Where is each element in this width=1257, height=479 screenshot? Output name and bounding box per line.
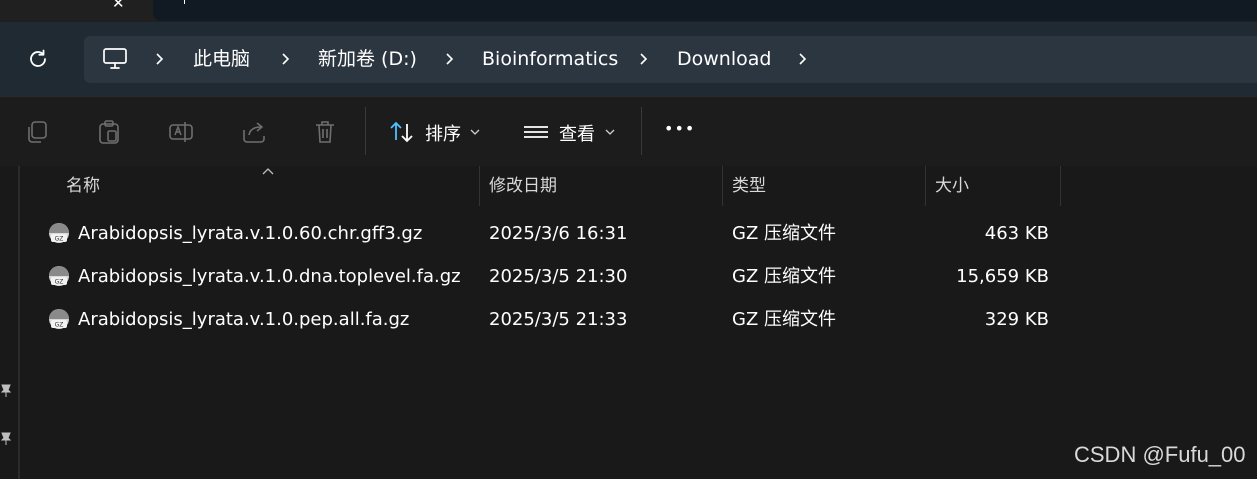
table-row[interactable]: GZ Arabidopsis_lyrata.v.1.0.dna.toplevel…	[40, 257, 1057, 297]
chevron-right-icon[interactable]	[637, 52, 651, 66]
table-row[interactable]: GZ Arabidopsis_lyrata.v.1.0.60.chr.gff3.…	[40, 214, 1057, 254]
gz-file-icon: GZ	[49, 266, 69, 286]
file-name[interactable]: Arabidopsis_lyrata.v.1.0.60.chr.gff3.gz	[78, 214, 422, 254]
chevron-right-icon[interactable]	[279, 52, 293, 66]
file-name[interactable]: Arabidopsis_lyrata.v.1.0.dna.toplevel.fa…	[78, 257, 461, 297]
file-date: 2025/3/5 21:33	[489, 309, 628, 330]
copy-icon[interactable]	[23, 118, 51, 146]
computer-icon[interactable]	[102, 47, 128, 71]
column-divider[interactable]	[1060, 166, 1061, 206]
view-button-label[interactable]: 查看	[559, 120, 595, 146]
column-header-size[interactable]: 大小	[935, 166, 969, 206]
refresh-icon[interactable]	[26, 47, 50, 71]
sort-icon[interactable]	[388, 118, 416, 146]
column-header-date[interactable]: 修改日期	[489, 166, 557, 206]
toolbar-separator	[641, 107, 642, 155]
watermark: CSDN @Fufu_00	[1074, 442, 1246, 467]
file-size: 463 KB	[984, 223, 1049, 244]
toolbar-separator	[365, 107, 366, 155]
gz-file-icon-label: GZ	[55, 279, 64, 286]
file-name[interactable]: Arabidopsis_lyrata.v.1.0.pep.all.fa.gz	[78, 300, 409, 340]
command-bar: 排序 查看 •••	[0, 96, 1257, 168]
navigation-pane-divider[interactable]	[18, 166, 20, 479]
gz-file-icon-label: GZ	[55, 236, 64, 243]
new-tab-icon[interactable]	[184, 0, 185, 4]
sort-ascending-icon	[262, 168, 274, 175]
file-size: 15,659 KB	[956, 266, 1049, 287]
chevron-right-icon[interactable]	[796, 52, 810, 66]
more-options-button[interactable]: •••	[664, 119, 695, 138]
file-list-pane: 名称 修改日期 类型 大小 GZ Arabidopsis_lyrata.v.1.…	[0, 166, 1257, 479]
column-divider[interactable]	[722, 166, 723, 206]
pin-icon[interactable]	[0, 383, 12, 397]
chevron-right-icon[interactable]	[153, 52, 167, 66]
file-type: GZ 压缩文件	[732, 266, 837, 287]
tab-strip	[153, 0, 1257, 21]
chevron-down-icon[interactable]	[470, 129, 480, 135]
breadcrumb-bioinformatics[interactable]: Bioinformatics	[482, 36, 618, 83]
tab-close-icon[interactable]: ✕	[112, 0, 125, 12]
column-divider[interactable]	[925, 166, 926, 206]
view-icon[interactable]	[522, 118, 550, 146]
title-bar: ✕	[0, 0, 1257, 22]
column-header-type[interactable]: 类型	[732, 166, 766, 206]
breadcrumb-download[interactable]: Download	[677, 36, 771, 83]
breadcrumb[interactable]: 此电脑 新加卷 (D:) Bioinformatics Download	[84, 36, 1257, 83]
rename-icon[interactable]	[167, 118, 195, 146]
gz-file-icon: GZ	[49, 223, 69, 243]
gz-file-icon: GZ	[49, 309, 69, 329]
column-header-name[interactable]: 名称	[66, 166, 100, 206]
share-icon[interactable]	[240, 118, 268, 146]
file-type: GZ 压缩文件	[732, 223, 837, 244]
paste-icon[interactable]	[95, 118, 123, 146]
chevron-right-icon[interactable]	[443, 52, 457, 66]
file-size: 329 KB	[984, 309, 1049, 330]
pin-icon[interactable]	[0, 431, 12, 445]
gz-file-icon-label: GZ	[55, 322, 64, 329]
column-divider[interactable]	[479, 166, 480, 206]
delete-icon[interactable]	[311, 118, 339, 146]
table-row[interactable]: GZ Arabidopsis_lyrata.v.1.0.pep.all.fa.g…	[40, 300, 1057, 340]
sort-button-label[interactable]: 排序	[425, 120, 461, 146]
file-date: 2025/3/5 21:30	[489, 266, 628, 287]
breadcrumb-this-pc[interactable]: 此电脑	[193, 36, 250, 83]
file-date: 2025/3/6 16:31	[489, 223, 628, 244]
breadcrumb-volume-d[interactable]: 新加卷 (D:)	[318, 36, 417, 83]
chevron-down-icon[interactable]	[605, 129, 615, 135]
file-type: GZ 压缩文件	[732, 309, 837, 330]
